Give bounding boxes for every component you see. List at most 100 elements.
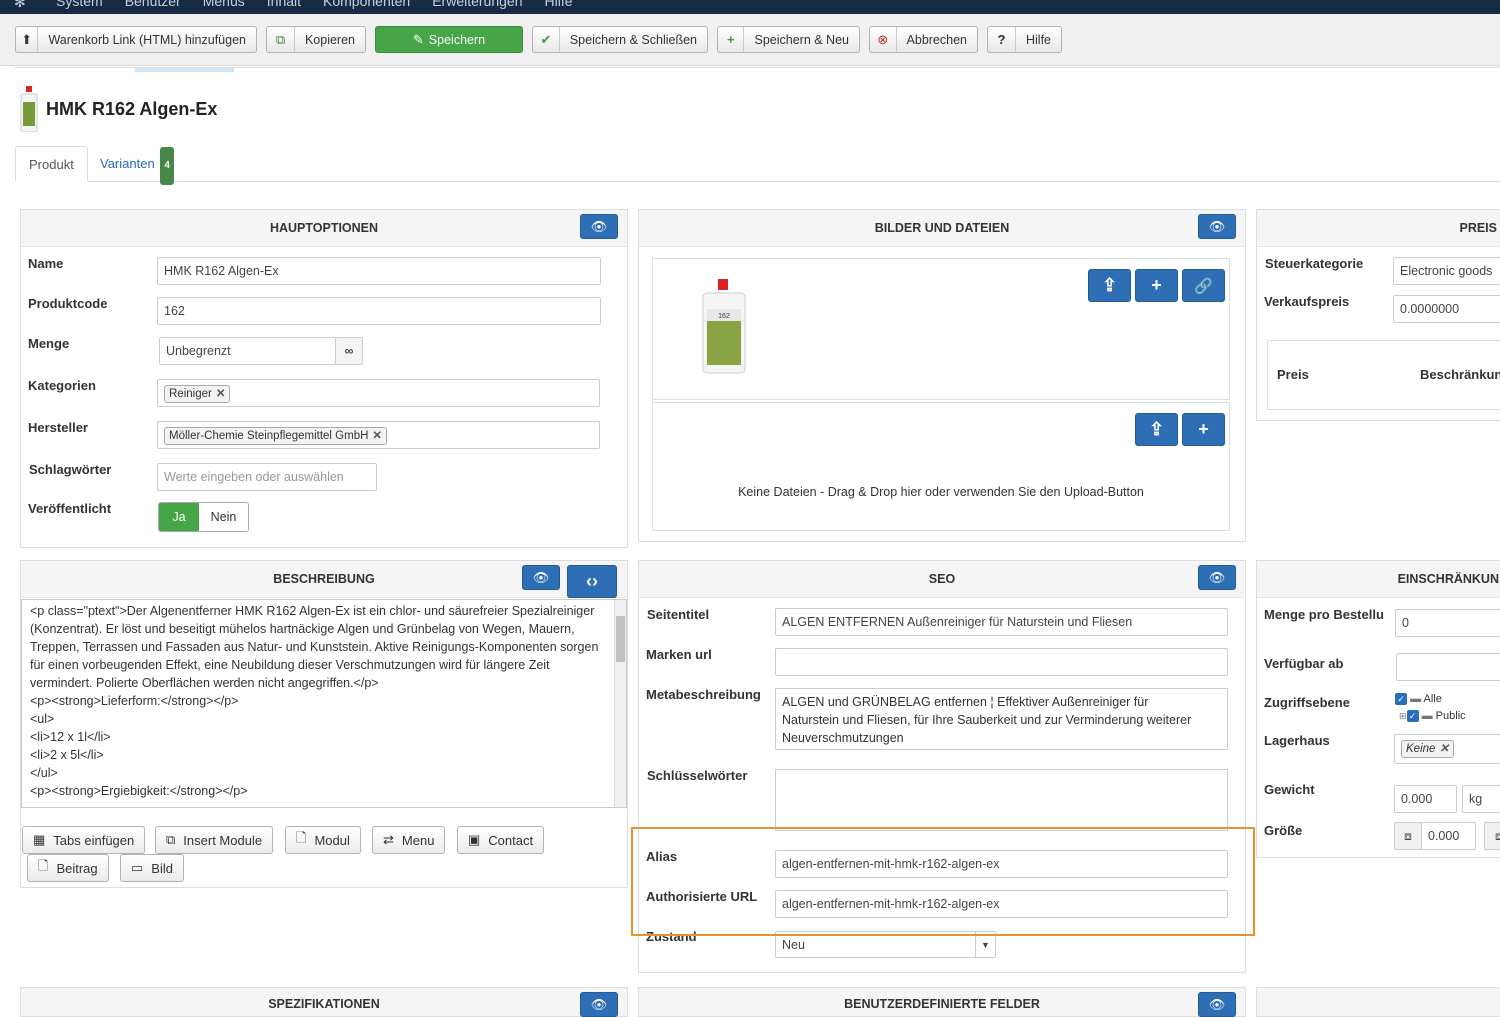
menu-help[interactable]: Hilfe <box>544 0 572 9</box>
add-cart-link-button[interactable]: ⬆ Warenkorb Link (HTML) hinzufügen <box>15 26 257 53</box>
categories-input[interactable]: Reiniger ✕ <box>157 379 600 407</box>
toggle-code-view-button[interactable]: ‹› <box>567 565 617 598</box>
files-dropzone[interactable]: ⇪ + Keine Dateien - Drag & Drop hier ode… <box>652 402 1230 531</box>
warehouse-input[interactable]: Keine ✕ <box>1394 734 1500 764</box>
dimensions-icon[interactable]: ⧈ <box>1484 822 1500 850</box>
access-public-item[interactable]: ⊞ ✓ ▬ Public <box>1399 710 1466 722</box>
menu-menus[interactable]: Menüs <box>203 0 245 9</box>
plus-icon: + <box>1151 275 1162 295</box>
cancel-button[interactable]: ⊗ Abbrechen <box>869 26 978 53</box>
menu-extensions[interactable]: Erweiterungen <box>432 0 522 9</box>
copy-icon: ⧉ <box>267 27 295 52</box>
textarea-scrollbar[interactable] <box>614 600 626 807</box>
name-input[interactable]: HMK R162 Algen-Ex <box>157 257 601 285</box>
access-tree: ✓ ▬ Alle ⊞ ✓ ▬ Public <box>1395 693 1466 722</box>
price-table: Preis Beschränkun <box>1267 340 1500 410</box>
insert-tabs-button[interactable]: ▦ Tabs einfügen <box>22 826 146 854</box>
image-button[interactable]: ▭ Bild <box>120 854 184 882</box>
description-textarea[interactable]: <p class="ptext">Der Algenentferner HMK … <box>21 599 627 808</box>
size-input[interactable]: 0.000 <box>1421 822 1476 850</box>
product-code-input[interactable]: 162 <box>157 297 601 325</box>
available-from-label: Verfügbar ab <box>1264 656 1344 671</box>
tags-input[interactable]: Werte eingeben oder auswählen <box>157 463 377 491</box>
toggle-visibility-button[interactable]: 👁 <box>1198 214 1236 239</box>
upload-image-button[interactable]: ⇪ <box>1088 269 1131 302</box>
published-toggle[interactable]: Ja Nein <box>158 502 249 532</box>
eye-icon: 👁 <box>590 218 608 234</box>
share-icon: ⇄ <box>383 832 394 847</box>
page-title-input[interactable]: ALGEN ENTFERNEN Außenreiniger für Naturs… <box>775 608 1228 636</box>
sale-price-input[interactable]: 0.0000000 <box>1393 295 1500 323</box>
add-file-button[interactable]: + <box>1182 413 1225 446</box>
product-image[interactable]: 162 <box>697 279 751 375</box>
toggle-visibility-button[interactable]: 👁 <box>1198 565 1236 590</box>
dimensions-icon[interactable]: ⧈ <box>1394 822 1422 850</box>
infinity-icon: ∞ <box>344 344 354 358</box>
categories-label: Kategorien <box>28 378 96 393</box>
file-add-icon: 🗋 <box>296 830 307 845</box>
brand-url-input[interactable] <box>775 648 1228 676</box>
meta-description-textarea[interactable]: ALGEN und GRÜNBELAG entfernen ¦ Effektiv… <box>775 688 1228 750</box>
checkbox-icon[interactable]: ✓ <box>1395 693 1407 705</box>
link-image-button[interactable]: 🔗 <box>1182 269 1225 302</box>
quantity-input[interactable]: Unbegrenzt <box>159 337 336 365</box>
menu-content[interactable]: Inhalt <box>267 0 301 9</box>
remove-chip-icon[interactable]: ✕ <box>372 430 382 442</box>
sale-price-label: Verkaufspreis <box>1264 294 1350 309</box>
weight-input[interactable]: 0.000 <box>1394 785 1457 813</box>
save-close-button[interactable]: ✔ Speichern & Schließen <box>532 26 708 53</box>
upload-file-button[interactable]: ⇪ <box>1135 413 1178 446</box>
joomla-logo-icon[interactable]: ✻ <box>14 0 30 10</box>
picture-icon: ▭ <box>131 860 144 875</box>
remove-chip-icon[interactable]: ✕ <box>1439 743 1449 755</box>
tab-variants[interactable]: Varianten 4 <box>87 146 187 185</box>
contact-button[interactable]: ▣ Contact <box>457 826 545 854</box>
article-button[interactable]: 🗋 Beitrag <box>27 854 109 882</box>
image-dropzone[interactable]: 162 ⇪ + 🔗 <box>652 258 1230 400</box>
menu-button[interactable]: ⇄ Menu <box>372 826 446 854</box>
tags-label: Schlagwörter <box>29 462 112 477</box>
add-image-button[interactable]: + <box>1135 269 1178 302</box>
tax-category-select[interactable]: Electronic goods <box>1393 257 1500 285</box>
checkbox-icon[interactable]: ✓ <box>1406 710 1419 722</box>
insert-module-button[interactable]: ⧉ Insert Module <box>155 826 274 854</box>
edit-icon: ✎ <box>412 31 424 47</box>
access-all-item[interactable]: ✓ ▬ Alle <box>1395 693 1466 705</box>
expand-icon[interactable]: ⊞ <box>1399 711 1407 721</box>
subheader-bar <box>15 67 1500 72</box>
description-panel: BESCHREIBUNG 👁 ‹› <p class="ptext">Der A… <box>20 560 628 888</box>
restriction-column-header: Beschränkun <box>1420 367 1500 382</box>
save-button[interactable]: ✎ Speichern <box>375 26 523 53</box>
eye-icon: 👁 <box>590 996 608 1012</box>
admin-top-menu: ✻ System Benutzer Menüs Inhalt Komponent… <box>0 0 1500 14</box>
save-new-button[interactable]: + Speichern & Neu <box>717 26 860 53</box>
price-column-header: Preis <box>1277 367 1309 382</box>
keywords-textarea[interactable] <box>775 769 1228 831</box>
menu-users[interactable]: Benutzer <box>125 0 181 9</box>
tab-product[interactable]: Produkt <box>15 146 88 182</box>
toggle-visibility-button[interactable]: 👁 <box>580 992 618 1017</box>
product-tabs: Produkt Varianten 4 <box>15 146 1500 185</box>
toggle-visibility-button[interactable]: 👁 <box>522 565 560 590</box>
manufacturer-input[interactable]: Möller-Chemie Steinpflegemittel GmbH ✕ <box>157 421 600 449</box>
calendar-icon: ▦ <box>33 832 46 847</box>
meta-description-label: Metabeschreibung <box>646 687 761 702</box>
infinity-toggle-button[interactable]: ∞ <box>335 337 363 365</box>
brand-url-label: Marken url <box>646 647 712 662</box>
remove-chip-icon[interactable]: ✕ <box>216 388 226 400</box>
modul-button[interactable]: 🗋 Modul <box>285 826 361 854</box>
available-from-input[interactable] <box>1396 653 1500 681</box>
published-yes[interactable]: Ja <box>159 503 199 531</box>
published-no[interactable]: Nein <box>199 503 248 531</box>
quantity-label: Menge <box>28 336 70 351</box>
toggle-visibility-button[interactable]: 👁 <box>580 214 618 239</box>
min-quantity-input[interactable]: 0 <box>1395 609 1500 637</box>
menu-components[interactable]: Komponenten <box>323 0 410 9</box>
weight-unit-select[interactable]: kg <box>1462 785 1500 813</box>
code-icon: ‹› <box>586 571 598 591</box>
copy-button[interactable]: ⧉ Kopieren <box>266 26 366 53</box>
help-button[interactable]: ? Hilfe <box>987 26 1062 53</box>
upload-icon: ⇪ <box>1148 419 1165 439</box>
toggle-visibility-button[interactable]: 👁 <box>1198 992 1236 1017</box>
menu-system[interactable]: System <box>56 0 103 9</box>
